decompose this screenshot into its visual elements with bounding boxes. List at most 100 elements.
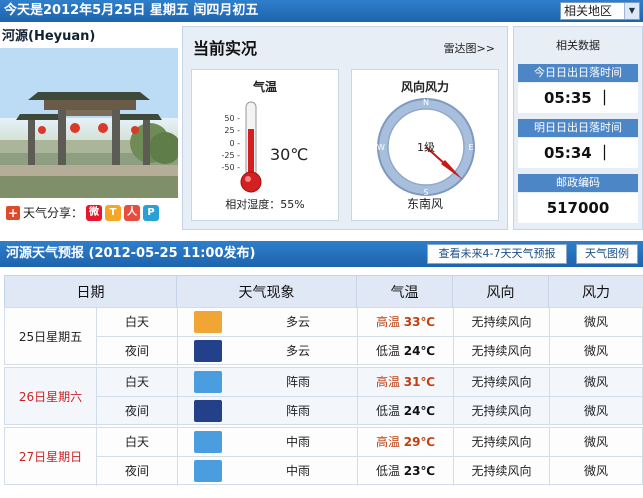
forecast-condition: 阵雨 xyxy=(177,368,357,397)
forecast-condition: 中雨 xyxy=(177,457,357,486)
temp-value: 31℃ xyxy=(403,375,436,389)
thermometer-scale: 50 - 25 - 0 - -25 - -50 - xyxy=(220,113,241,174)
temp-value: 24℃ xyxy=(403,404,436,418)
forecast-condition-text: 多云 xyxy=(285,344,310,358)
related-data-title: 相关数据 xyxy=(556,39,600,52)
share-label: 天气分享： xyxy=(23,206,84,220)
scale-tick: 50 - xyxy=(224,114,240,123)
forecast-wind-direction: 无持续风向 xyxy=(453,368,549,397)
rain-icon xyxy=(194,400,222,422)
forecast-condition: 中雨 xyxy=(177,428,357,457)
forecast-period: 白天 xyxy=(124,435,149,449)
compass-n: N xyxy=(423,98,429,107)
temp-label: 高温 xyxy=(375,375,400,389)
wind-card-title: 风向风力 xyxy=(400,80,449,94)
forecast-wind-force: 微风 xyxy=(549,308,642,337)
forecast-table: 日期 天气现象 气温 风向 风力 xyxy=(4,275,643,308)
forecast-temperature: 高温 29℃ xyxy=(357,428,453,457)
more-forecast-button[interactable]: 查看未来4-7天天气预报 xyxy=(427,244,567,264)
renren-icon[interactable]: 人 xyxy=(124,205,141,221)
scale-tick: -50 - xyxy=(221,163,241,173)
qzone-icon[interactable]: P xyxy=(143,205,160,221)
forecast-wind-force: 微风 xyxy=(549,428,642,457)
col-wind-force: 风力 xyxy=(548,275,643,308)
city-gate-image xyxy=(0,48,178,198)
forecast-condition: 阵雨 xyxy=(177,397,357,426)
weibo-icon[interactable]: 微 xyxy=(86,205,103,221)
temp-value: 33℃ xyxy=(403,315,436,329)
top-bar: 今天是2012年5月25日 星期五 闰四月初五 相关地区 ▼ xyxy=(0,0,643,22)
compass-e: E xyxy=(468,143,473,152)
forecast-condition: 多云 xyxy=(177,308,357,337)
city-photo xyxy=(0,48,178,198)
forecast-date: 25日星期五 xyxy=(5,308,97,366)
forecast-row-night: 夜间 多云 低温 24℃ 无持续风向 微风 xyxy=(97,337,642,366)
temp-label: 低温 xyxy=(375,344,400,358)
radar-link[interactable]: 雷达图>> xyxy=(444,40,495,56)
forecast-wind-force: 微风 xyxy=(549,337,642,366)
relative-humidity: 相对湿度：55% xyxy=(225,198,305,211)
forecast-wind-direction: 无持续风向 xyxy=(453,337,549,366)
current-title: 当前实况 xyxy=(193,39,258,58)
col-temp: 气温 xyxy=(356,275,453,308)
forecast-wind-direction: 无持续风向 xyxy=(453,428,549,457)
related-data-panel: 相关数据 今日日出日落时间 05:35 ｜ 19:01 明日日出日落时间 05:… xyxy=(513,26,643,230)
temperature-card-title: 气温 xyxy=(252,80,277,94)
weather-legend-button[interactable]: 天气图例 xyxy=(576,244,638,264)
forecast-day-group: 26日星期六 白天 阵雨 高温 31℃ 无持续风向 微风 夜间 阵雨 低温 24℃ 无持续风向 微风 xyxy=(4,367,643,426)
forecast-header-bar: 河源天气预报 (2012-05-25 11:00发布) 查看未来4-7天天气预报… xyxy=(0,241,643,267)
forecast-condition-text: 中雨 xyxy=(285,464,310,478)
forecast-period: 白天 xyxy=(124,315,149,329)
sun-tomorrow-label: 明日日出日落时间 xyxy=(518,119,638,137)
related-region-select[interactable]: 相关地区 ▼ xyxy=(560,2,640,20)
forecast-date: 26日星期六 xyxy=(5,368,97,426)
compass-w: W xyxy=(377,143,385,152)
postcode-label: 邮政编码 xyxy=(518,174,638,192)
temp-value: 24℃ xyxy=(403,344,436,358)
forecast-condition-text: 中雨 xyxy=(285,435,310,449)
col-wind-dir: 风向 xyxy=(452,275,549,308)
forecast-title: 河源天气预报 (2012-05-25 11:00发布) xyxy=(6,246,256,261)
scale-tick: 0 - xyxy=(229,138,240,148)
forecast-date: 27日星期日 xyxy=(5,428,97,486)
partly-cloudy-icon xyxy=(194,311,222,333)
tencent-icon[interactable]: T xyxy=(105,205,122,221)
current-temperature: 30℃ xyxy=(270,145,309,164)
forecast-temperature: 低温 24℃ xyxy=(357,397,453,426)
forecast-row-night: 夜间 阵雨 低温 24℃ 无持续风向 微风 xyxy=(97,397,642,426)
forecast-condition-text: 多云 xyxy=(285,315,310,329)
forecast-wind-direction: 无持续风向 xyxy=(453,308,549,337)
rain-icon xyxy=(194,371,222,393)
rain-icon xyxy=(194,431,222,453)
forecast-wind-direction: 无持续风向 xyxy=(453,397,549,426)
forecast-period: 夜间 xyxy=(124,464,149,478)
temperature-card: 气温 50 - 25 - 0 - -25 - -50 - 30℃ 相对湿度：55… xyxy=(191,69,339,221)
col-weather: 天气现象 xyxy=(176,275,357,308)
forecast-period: 白天 xyxy=(124,375,149,389)
sun-today-value: 05:35 ｜ 19:01 xyxy=(518,83,638,137)
temp-label: 高温 xyxy=(375,435,400,449)
compass-icon: N E S W 1级 xyxy=(377,98,475,197)
forecast-header-row: 日期 天气现象 气温 风向 风力 xyxy=(4,275,643,308)
scale-tick: 25 - xyxy=(224,126,240,136)
postcode-value: 517000 xyxy=(518,193,638,223)
forecast-period: 夜间 xyxy=(124,404,149,418)
forecast-day-group: 27日星期日 白天 中雨 高温 29℃ 无持续风向 微风 夜间 中雨 低温 23℃ 无持续风向 微风 xyxy=(4,427,643,486)
rain-icon xyxy=(194,460,222,482)
city-name: 河源(Heyuan) xyxy=(2,29,96,44)
forecast-condition-text: 阵雨 xyxy=(285,375,310,389)
partly-cloudy-icon xyxy=(194,340,222,362)
forecast-row-day: 白天 多云 高温 33℃ 无持续风向 微风 xyxy=(97,308,642,337)
chevron-down-icon[interactable]: ▼ xyxy=(624,3,639,19)
temp-label: 高温 xyxy=(375,315,400,329)
share-plus-icon[interactable]: + xyxy=(6,206,20,220)
wind-level: 1级 xyxy=(417,141,435,154)
forecast-temperature: 低温 23℃ xyxy=(357,457,453,486)
share-row: + 天气分享： 微 T 人 P xyxy=(6,202,160,224)
forecast-wind-force: 微风 xyxy=(549,397,642,426)
forecast-temperature: 高温 33℃ xyxy=(357,308,453,337)
scale-tick: -25 - xyxy=(221,150,241,160)
col-date: 日期 xyxy=(4,275,177,308)
temp-value: 29℃ xyxy=(403,435,436,449)
today-date-text: 今天是2012年5月25日 星期五 闰四月初五 xyxy=(4,3,259,18)
